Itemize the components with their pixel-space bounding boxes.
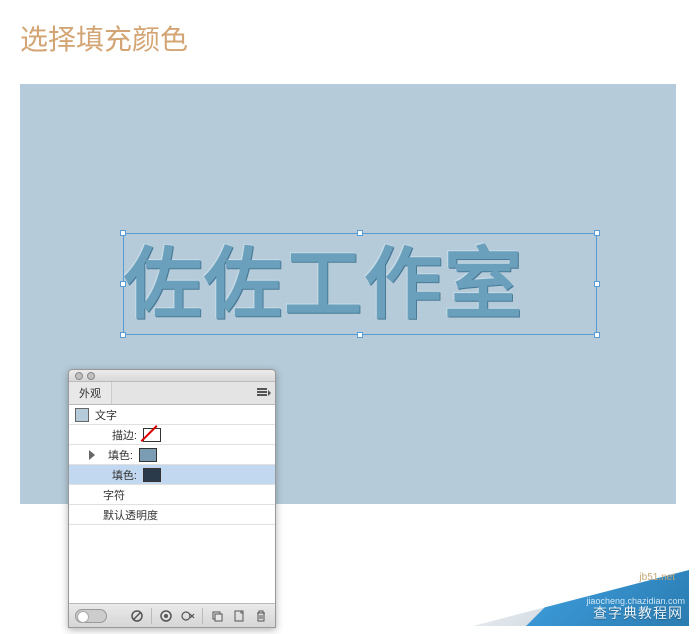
min-dot[interactable] [87,372,95,380]
trash-icon[interactable] [253,608,269,624]
stroke-label: 描边: [103,427,137,443]
selection-box [123,233,597,335]
row-type[interactable]: 文字 [69,405,275,425]
duplicate-icon[interactable] [209,608,225,624]
new-icon[interactable] [231,608,247,624]
fx-icon[interactable] [180,608,196,624]
stroke-swatch-none-icon[interactable] [143,428,161,442]
traffic-lights [75,372,95,380]
row-stroke[interactable]: 描边: [69,425,275,445]
handle-top-center[interactable] [357,230,363,236]
no-fill-icon[interactable] [129,608,145,624]
watermark: jb51.net jiaocheng.chazidian.com 查字典教程网 [473,570,689,626]
panel-titlebar[interactable] [69,370,275,382]
fill1-label: 填色: [99,447,133,463]
fill1-swatch[interactable] [139,448,157,462]
close-dot[interactable] [75,372,83,380]
chars-label: 字符 [103,487,125,503]
panel-footer [69,603,275,627]
panel-tabs: 外观 [69,382,275,405]
text-object[interactable]: 佐佐工作室 [124,234,596,334]
row-default-opacity[interactable]: 默认透明度 [69,505,275,525]
footer-sep2 [202,608,203,624]
watermark-site: jb51.net [639,572,675,583]
handle-bottom-right[interactable] [594,332,600,338]
handle-bottom-center[interactable] [357,332,363,338]
clear-appearance-icon[interactable] [158,608,174,624]
fill2-label: 填色: [103,467,137,483]
page-title: 选择填充颜色 [0,0,697,58]
row-fill-1[interactable]: 填色: [69,445,275,465]
handle-top-left[interactable] [120,230,126,236]
type-swatch-icon [75,408,89,422]
footer-sep [151,608,152,624]
panel-menu-icon[interactable] [255,386,271,398]
appearance-panel[interactable]: 外观 文字 描边: 填色: 填色: 字符 默认透 [68,369,276,628]
type-label: 文字 [95,407,117,423]
handle-mid-left[interactable] [120,281,126,287]
fill2-swatch[interactable] [143,468,161,482]
handle-top-right[interactable] [594,230,600,236]
watermark-brand: 查字典教程网 [593,603,683,623]
panel-spacer [69,525,275,603]
disclosure-triangle-icon[interactable] [89,450,95,460]
watermark-banner: jb51.net jiaocheng.chazidian.com 查字典教程网 [473,570,689,626]
row-characters[interactable]: 字符 [69,485,275,505]
row-fill-2[interactable]: 填色: [69,465,275,485]
opacity-label: 默认透明度 [103,507,158,523]
handle-bottom-left[interactable] [120,332,126,338]
panel-body: 文字 描边: 填色: 填色: 字符 默认透明度 [69,405,275,603]
handle-mid-right[interactable] [594,281,600,287]
tab-appearance[interactable]: 外观 [69,382,112,404]
footer-toggle[interactable] [75,609,107,623]
